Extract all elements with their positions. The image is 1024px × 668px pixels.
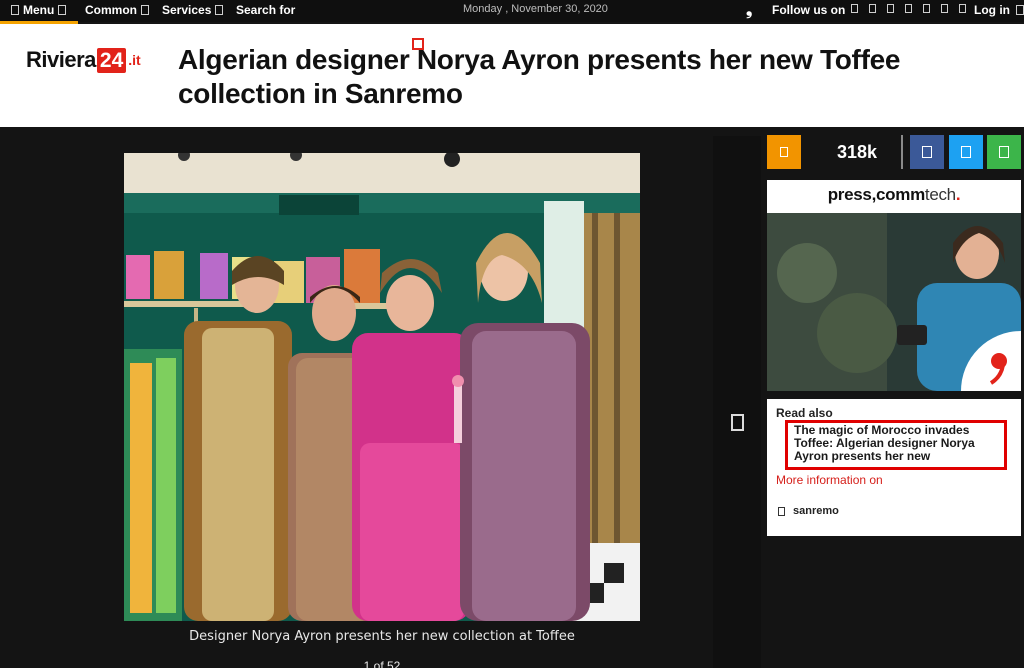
read-also-title: Read also xyxy=(776,406,833,420)
logo-text: Riviera xyxy=(26,47,96,72)
ad-brand-mid: comm xyxy=(876,185,925,204)
gallery-side-gutter xyxy=(713,136,761,668)
twitter-icon[interactable] xyxy=(869,4,876,13)
menu-button[interactable]: Menu xyxy=(11,3,67,17)
logo-comma-icon: ❟ xyxy=(746,0,753,19)
top-navigation-bar: Menu Common Services Search for Monday ,… xyxy=(0,0,1024,24)
read-also-box: Read also The magic of Morocco invades T… xyxy=(767,399,1021,536)
tag-sanremo[interactable]: sanremo xyxy=(778,505,839,517)
rss-button[interactable] xyxy=(767,135,801,169)
share-bar: 318k xyxy=(767,135,1022,170)
tag-label: sanremo xyxy=(793,505,839,517)
nav-services-label: Services xyxy=(162,3,212,17)
linkedin-icon[interactable] xyxy=(959,4,966,13)
nav-search-label: Search for xyxy=(236,3,296,17)
share-count: 318k xyxy=(837,142,878,162)
photo-caption: Designer Norya Ayron presents her new co… xyxy=(189,629,575,644)
ad-brand-dot: . xyxy=(955,185,961,204)
ad-brand-light: tech xyxy=(924,185,956,204)
twitter-icon xyxy=(961,146,971,158)
site-logo[interactable]: Riviera 24 .it xyxy=(26,47,141,73)
facebook-icon[interactable] xyxy=(851,4,858,13)
login-button[interactable]: Log in xyxy=(974,3,1024,17)
chevron-down-icon xyxy=(141,5,149,15)
whatsapp-icon xyxy=(999,146,1009,158)
facebook-share-button[interactable] xyxy=(910,135,944,169)
follow-us-label: Follow us on xyxy=(772,3,846,17)
click-marker xyxy=(412,38,424,50)
current-date: Monday , November 30, 2020 xyxy=(463,3,608,15)
twitter-share-button[interactable] xyxy=(949,135,983,169)
rss-icon[interactable] xyxy=(941,4,948,13)
youtube-icon[interactable] xyxy=(905,4,912,13)
logo-number: 24 xyxy=(96,47,127,73)
more-information-link[interactable]: More information on xyxy=(776,474,896,487)
menu-icon xyxy=(11,5,19,15)
chevron-down-icon xyxy=(215,5,224,15)
telegram-icon[interactable] xyxy=(923,4,930,13)
ad-brand-bold: press, xyxy=(827,185,877,204)
ad-photo-illustration xyxy=(767,213,1021,391)
gallery-photo-illustration xyxy=(124,153,640,621)
nav-common-label: Common xyxy=(85,3,137,17)
tag-icon xyxy=(778,506,785,516)
gallery-photo[interactable] xyxy=(124,153,640,621)
gallery-next-arrow-icon[interactable] xyxy=(731,414,744,431)
chevron-down-icon xyxy=(58,5,67,15)
nav-services[interactable]: Services xyxy=(162,3,224,17)
page-title: Algerian designer Norya Ayron presents h… xyxy=(178,44,901,109)
user-icon xyxy=(1016,5,1024,15)
facebook-icon xyxy=(922,146,932,158)
rss-icon xyxy=(780,147,788,157)
social-links xyxy=(851,4,966,13)
nav-common[interactable]: Common xyxy=(85,3,149,17)
read-also-article-link[interactable]: The magic of Morocco invades Toffee: Alg… xyxy=(785,420,1007,470)
login-label: Log in xyxy=(974,3,1010,17)
ad-brand-logo: press,commtech. xyxy=(767,185,1021,205)
gallery-pager: 1 of 52 xyxy=(363,659,401,668)
nav-search[interactable]: Search for xyxy=(236,3,295,17)
article-header: Riviera 24 .it Algerian designer Norya A… xyxy=(0,24,1024,127)
menu-label: Menu xyxy=(23,3,55,17)
logo-tld: .it xyxy=(128,52,141,68)
instagram-icon[interactable] xyxy=(887,4,894,13)
share-divider xyxy=(901,135,903,169)
advertisement-banner[interactable]: press,commtech. xyxy=(767,180,1021,391)
whatsapp-share-button[interactable] xyxy=(987,135,1021,169)
